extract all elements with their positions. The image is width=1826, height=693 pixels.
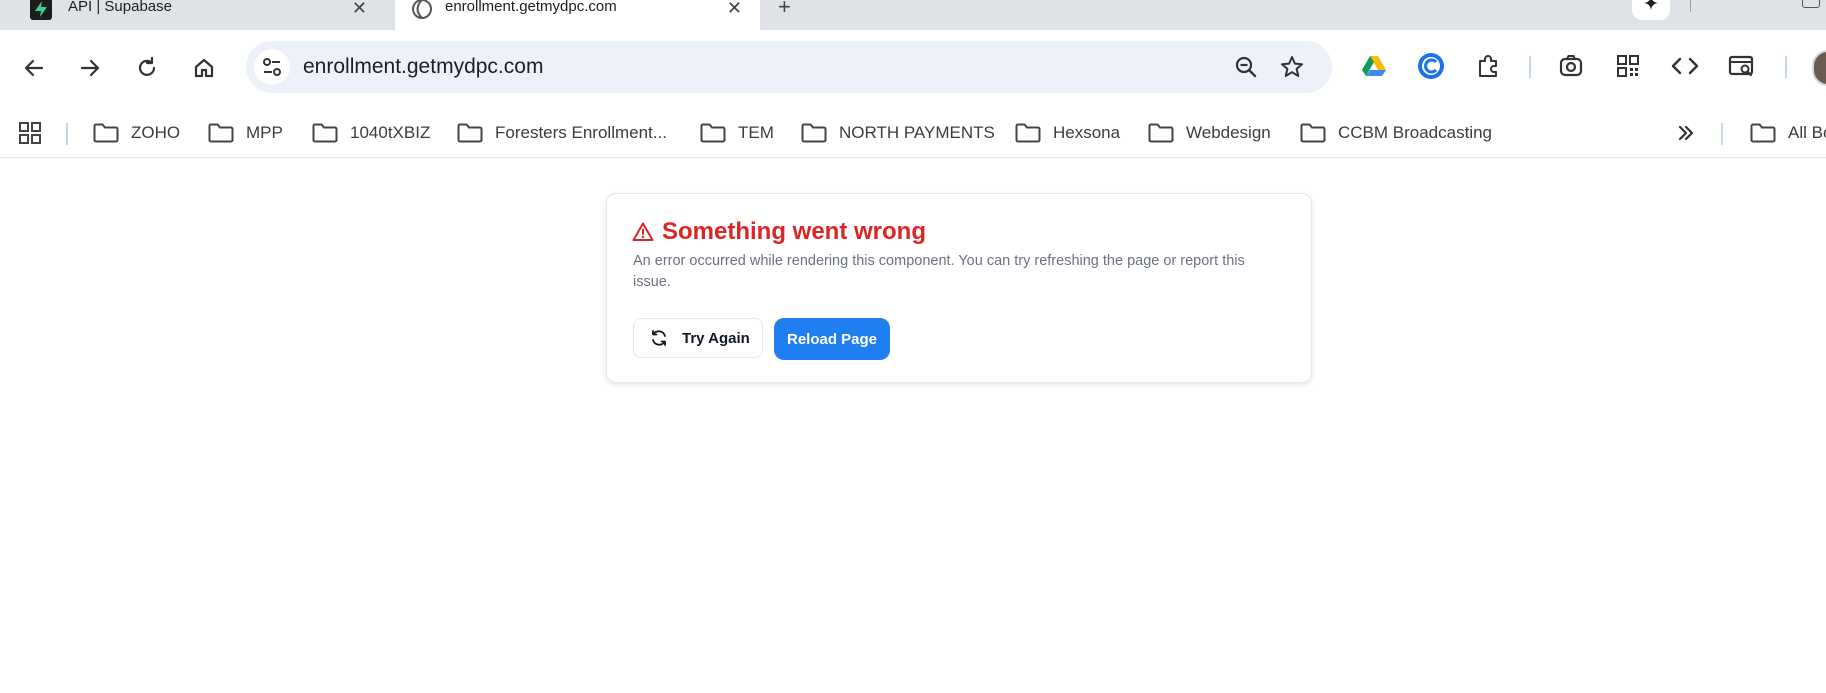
bookmark-label: NORTH PAYMENTS [839, 123, 995, 142]
all-bookmarks[interactable]: All Bookmarks [1750, 117, 1826, 149]
tab-title: enrollment.getmydpc.com [445, 0, 617, 15]
globe-icon [411, 0, 433, 20]
folder-icon [208, 123, 234, 143]
folder-icon [700, 123, 726, 143]
bookmark-tem[interactable]: TEM [700, 117, 774, 149]
code-icon[interactable] [1667, 48, 1703, 84]
url-text[interactable]: enrollment.getmydpc.com [303, 55, 543, 79]
close-icon[interactable]: ✕ [727, 0, 742, 19]
bookmark-label: MPP [246, 123, 283, 142]
site-info-icon[interactable] [254, 49, 290, 85]
qr-code-icon[interactable] [1610, 48, 1646, 84]
c-extension-icon[interactable] [1413, 48, 1449, 84]
error-title: Something went wrong [632, 218, 926, 246]
divider [1721, 123, 1723, 145]
warning-triangle-icon [632, 222, 654, 241]
supabase-logo-icon [30, 0, 52, 20]
new-tab-button[interactable]: + [778, 0, 791, 20]
tab-enrollment[interactable]: enrollment.getmydpc.com ✕ [395, 0, 760, 30]
restore-window-icon[interactable] [1802, 0, 1820, 8]
zoom-out-icon[interactable] [1232, 53, 1260, 81]
bookmark-label: Hexsona [1053, 123, 1121, 142]
error-card: Something went wrong An error occurred w… [606, 193, 1312, 383]
address-bar[interactable]: enrollment.getmydpc.com [246, 41, 1332, 93]
error-message: An error occurred while rendering this c… [633, 253, 1245, 290]
bookmark-label: CCBM Broadcasting [1338, 123, 1493, 142]
error-title-text: Something went wrong [662, 218, 926, 245]
bookmark-zoho[interactable]: ZOHO [93, 117, 180, 149]
bookmark-label: All Bookmarks [1788, 123, 1826, 142]
bookmark-label: ZOHO [131, 123, 181, 142]
tab-strip: API | Supabase ✕ enrollment.getmydpc.com… [0, 0, 1826, 30]
bookmark-webdesign[interactable]: Webdesign [1148, 117, 1271, 149]
bookmark-foresters-enrollment[interactable]: Foresters Enrollment... [457, 117, 667, 149]
divider [66, 123, 68, 145]
google-lens-icon[interactable] [1553, 48, 1589, 84]
avatar[interactable] [1812, 50, 1826, 86]
home-icon [194, 58, 214, 78]
refresh-icon [138, 56, 156, 76]
chevron-double-right-icon[interactable] [1674, 121, 1698, 145]
arrow-right-icon [80, 59, 100, 77]
reload-page-label: Reload Page [786, 330, 878, 348]
bookmark-label: 1040tXBIZ [350, 123, 431, 142]
extensions-puzzle-icon[interactable] [1470, 48, 1506, 84]
folder-icon [801, 123, 827, 143]
refresh-icon [652, 330, 666, 346]
bookmark-ccbm-broadcasting[interactable]: CCBM Broadcasting [1300, 117, 1492, 149]
divider [0, 157, 1826, 158]
bookmark-hexsona[interactable]: Hexsona [1015, 117, 1120, 149]
folder-icon [93, 123, 119, 143]
gemini-icon[interactable] [1632, 0, 1670, 20]
bookmark-1040txbiz[interactable]: 1040tXBIZ [312, 117, 430, 149]
home-button[interactable] [186, 50, 222, 86]
divider [1529, 56, 1531, 78]
folder-icon [312, 123, 338, 143]
back-button[interactable] [16, 50, 52, 86]
tab-title: API | Supabase [68, 0, 172, 15]
divider [1690, 0, 1691, 12]
bookmark-north-payments[interactable]: NORTH PAYMENTS [801, 117, 995, 149]
apps-grid-icon[interactable] [18, 121, 42, 145]
arrow-left-icon [24, 59, 44, 77]
google-drive-icon[interactable] [1356, 48, 1392, 84]
forward-button[interactable] [72, 50, 108, 86]
try-again-label: Try Again [682, 329, 750, 347]
browser-toolbar: enrollment.getmydpc.com ZOHO MPP 1040tXB… [0, 30, 1826, 145]
folder-icon [1750, 123, 1776, 143]
reload-button[interactable] [129, 50, 165, 86]
bookmarks-bar: ZOHO MPP 1040tXBIZ Foresters Enrollment.… [0, 109, 1826, 155]
bookmark-label: Foresters Enrollment... [495, 123, 667, 142]
folder-icon [1300, 123, 1326, 143]
bookmark-label: TEM [738, 123, 774, 142]
folder-icon [1015, 123, 1041, 143]
tab-search-icon[interactable] [1724, 48, 1760, 84]
bookmark-star-icon[interactable] [1278, 53, 1306, 81]
bookmark-mpp[interactable]: MPP [208, 117, 283, 149]
try-again-button[interactable]: Try Again [633, 318, 763, 358]
close-icon[interactable]: ✕ [352, 0, 367, 19]
folder-icon [457, 123, 483, 143]
bookmark-label: Webdesign [1186, 123, 1271, 142]
divider [1785, 56, 1787, 78]
reload-page-button[interactable]: Reload Page [774, 318, 890, 360]
tab-supabase[interactable]: API | Supabase ✕ [0, 0, 385, 30]
folder-icon [1148, 123, 1174, 143]
